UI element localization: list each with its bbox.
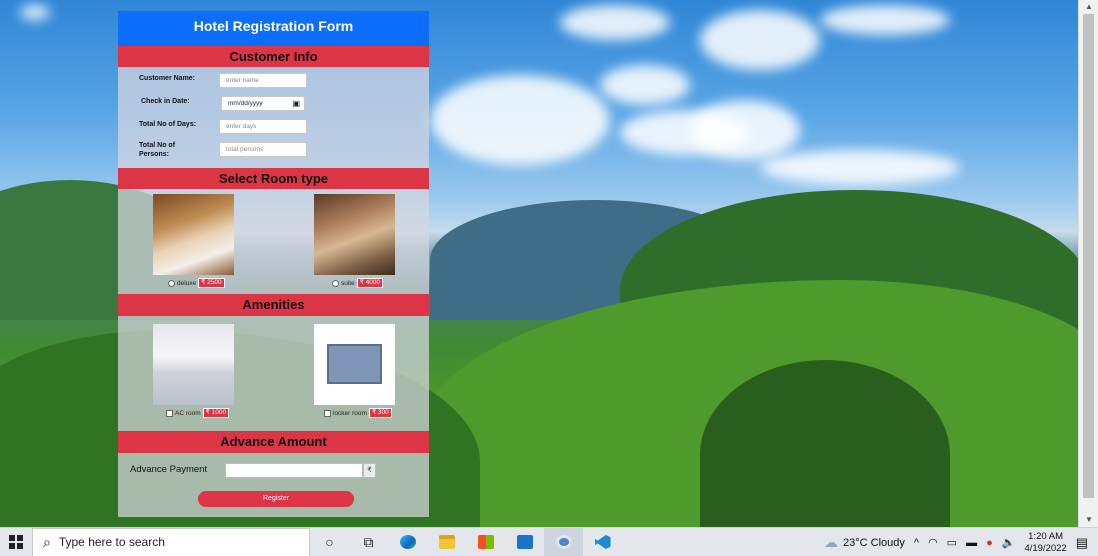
amenity-options: AC room ₹ 1000 locker room ₹ 300 [118,316,429,431]
task-view-icon[interactable]: ⧉ [349,528,388,556]
ac-label: AC room [175,409,201,417]
microsoft-store-icon[interactable] [466,528,505,556]
chevron-up-icon[interactable]: ^ [914,537,919,549]
chrome-icon[interactable] [544,527,583,556]
clock-date: 4/19/2022 [1024,542,1067,554]
page-scrollbar[interactable]: ▲ ▼ [1078,0,1098,527]
ac-room-image [153,324,234,405]
system-tray: ☁ 23°C Cloudy ^ ◠ ▭ ▬ ● 🔈 1:20 AM 4/19/2… [824,528,1098,556]
wifi-icon[interactable]: ◠ [928,536,938,549]
taskbar-search-placeholder: Type here to search [58,535,165,549]
vscode-icon[interactable] [583,528,622,556]
edge-icon[interactable] [388,528,427,556]
total-days-input[interactable]: enter days [219,119,307,134]
locker-checkbox[interactable] [324,409,331,417]
room-option-suite[interactable]: suite ₹ 4000 [332,278,384,288]
total-days-label: Total No of Days: [139,121,197,128]
notification-icon[interactable]: ▤ [1076,535,1088,551]
suite-radio[interactable] [332,279,339,287]
deluxe-price-badge: ₹ 2500 [198,278,225,288]
mail-icon[interactable] [505,528,544,556]
advance-payment-input[interactable] [225,463,363,478]
rupee-unit-addon: ₹ [363,463,376,478]
section-room-type: Select Room type [118,168,429,189]
scroll-up-icon[interactable]: ▲ [1079,0,1098,14]
locker-label: locker room [333,409,367,417]
total-persons-label: Total No of Persons: [139,142,176,158]
section-advance-amount: Advance Amount [118,431,429,453]
network-error-icon[interactable]: ● [986,537,993,549]
checkin-date-label: Check in Date: [141,98,190,105]
form-title: Hotel Registration Form [118,11,429,46]
suite-label: suite [341,279,355,287]
calendar-icon[interactable]: ▣ [292,97,300,110]
search-icon: ⌕ [43,533,51,550]
ac-checkbox[interactable] [166,409,173,417]
weather-widget[interactable]: ☁ 23°C Cloudy [824,534,905,551]
section-customer-info: Customer Info [118,46,429,67]
deluxe-radio[interactable] [168,279,175,287]
clock-time: 1:20 AM [1028,530,1063,542]
cloud-icon: ☁ [824,534,839,550]
amenity-option-ac[interactable]: AC room ₹ 1000 [166,408,230,418]
checkin-date-value: mm/dd/yyyy [228,100,263,107]
locker-room-image [314,324,395,405]
section-amenities: Amenities [118,294,429,316]
deluxe-room-image [153,194,234,275]
weather-text: 23°C Cloudy [843,536,905,549]
ac-price-badge: ₹ 1000 [202,408,230,418]
amenity-option-locker[interactable]: locker room ₹ 300 [324,408,392,418]
windows-taskbar: ⌕ Type here to search ○ ⧉ ☁ 23°C Cloudy … [0,527,1098,556]
battery-icon[interactable]: ▬ [966,537,977,549]
file-explorer-icon[interactable] [427,528,466,556]
start-button[interactable] [0,528,32,556]
advance-payment-label: Advance Payment [130,464,208,475]
clock[interactable]: 1:20 AM 4/19/2022 [1024,531,1066,555]
volume-icon[interactable]: 🔈 [1002,536,1016,549]
windows-icon [9,535,23,549]
checkin-date-input[interactable]: mm/dd/yyyy ▣ [221,96,305,111]
deluxe-label: deluxe [177,279,197,287]
room-option-deluxe[interactable]: deluxe ₹ 2500 [168,278,225,288]
suite-price-badge: ₹ 4000 [356,278,384,288]
suite-room-image [314,194,395,275]
customer-name-input[interactable]: enter name [219,73,307,88]
total-persons-input[interactable]: total persons [219,142,307,157]
room-options: deluxe ₹ 2500 suite ₹ 4000 [118,189,429,294]
scroll-down-icon[interactable]: ▼ [1079,513,1098,527]
registration-form: Hotel Registration Form Customer Info Cu… [118,11,429,517]
locker-price-badge: ₹ 300 [368,408,392,418]
meet-now-icon[interactable]: ▭ [947,536,957,549]
cortana-icon[interactable]: ○ [310,528,349,556]
scroll-thumb[interactable] [1083,14,1094,498]
register-button[interactable]: Register [198,491,354,507]
taskbar-search-box[interactable]: ⌕ Type here to search [32,527,310,556]
customer-name-label: Customer Name: [139,75,196,82]
